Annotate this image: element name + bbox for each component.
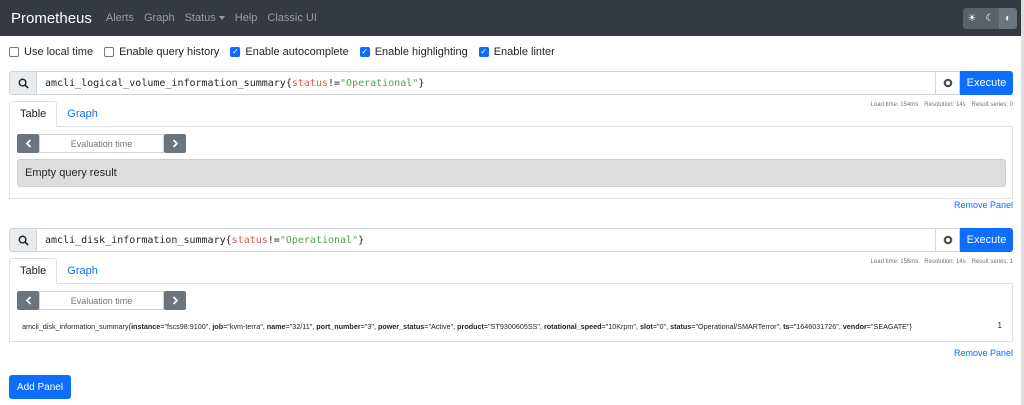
nav-status-label: Status bbox=[184, 12, 216, 24]
option-query-history[interactable]: Enable query history bbox=[104, 46, 219, 58]
result-label-key: instance bbox=[131, 322, 161, 331]
empty-result-alert: Empty query result bbox=[17, 159, 1006, 187]
brand-link[interactable]: Prometheus bbox=[11, 10, 92, 27]
evaluation-time-input[interactable]: Evaluation time bbox=[39, 134, 164, 153]
expression-row: amcli_logical_volume_information_summary… bbox=[9, 71, 1013, 95]
option-label: Enable linter bbox=[493, 46, 555, 58]
expr-label: status bbox=[231, 234, 268, 246]
checkbox[interactable] bbox=[9, 47, 19, 57]
result-label-value: "Active" bbox=[428, 322, 454, 331]
option-label: Enable highlighting bbox=[374, 46, 468, 58]
result-value: 1 bbox=[997, 321, 1002, 330]
remove-panel-link[interactable]: Remove Panel bbox=[954, 200, 1013, 210]
tab-graph[interactable]: Graph bbox=[57, 101, 108, 126]
result-label-value: "1646031726" bbox=[793, 322, 839, 331]
option-highlighting[interactable]: ✓ Enable highlighting bbox=[359, 46, 468, 58]
option-autocomplete[interactable]: ✓ Enable autocomplete bbox=[230, 46, 349, 58]
tab-content: Evaluation time amcli_disk_information_s… bbox=[9, 284, 1013, 342]
chevron-right-icon[interactable] bbox=[164, 134, 186, 153]
execute-button[interactable]: Execute bbox=[960, 71, 1013, 95]
option-linter[interactable]: ✓ Enable linter bbox=[478, 46, 555, 58]
checkbox-checked[interactable]: ✓ bbox=[230, 47, 241, 57]
panel-tabs: Table Graph bbox=[9, 101, 1013, 127]
options-bar: Use local time Enable query history ✓ Ena… bbox=[9, 46, 566, 58]
result-label-key: ts bbox=[783, 322, 790, 331]
add-panel-button[interactable]: Add Panel bbox=[9, 375, 71, 399]
expr-op: != bbox=[327, 77, 341, 89]
expr-metric: amcli_disk_information_summary bbox=[45, 234, 226, 246]
result-label-value: "3" bbox=[364, 322, 374, 331]
option-use-local-time[interactable]: Use local time bbox=[9, 46, 93, 58]
panel-tabs: Table Graph bbox=[9, 258, 1013, 284]
sun-icon[interactable]: ☀ bbox=[963, 8, 981, 29]
search-icon bbox=[9, 71, 36, 95]
result-labels: instance="fscs98:9100", job="kvm-terra",… bbox=[131, 322, 910, 331]
execute-button[interactable]: Execute bbox=[960, 228, 1013, 252]
search-icon bbox=[9, 228, 36, 252]
theme-toggle: ☀ ☾ ◐ bbox=[963, 8, 1017, 29]
expr-label: status bbox=[291, 77, 328, 89]
nav-graph[interactable]: Graph bbox=[144, 12, 175, 24]
result-label-value: "32/11" bbox=[289, 322, 313, 331]
chevron-left-icon[interactable] bbox=[17, 291, 39, 310]
result-metric-name: amcli_disk_information_summary bbox=[22, 322, 129, 331]
checkbox-checked[interactable]: ✓ bbox=[359, 47, 370, 57]
tab-table[interactable]: Table bbox=[9, 101, 58, 127]
nav-help[interactable]: Help bbox=[235, 12, 258, 24]
tab-content: Evaluation time Empty query result bbox=[9, 127, 1013, 199]
result-label-value: "kvm-terra" bbox=[227, 322, 263, 331]
checkbox[interactable] bbox=[104, 47, 115, 57]
result-label-key: port_number bbox=[316, 322, 361, 331]
result-label-key: name bbox=[266, 322, 286, 331]
result-label-value: "SEAGATE" bbox=[870, 322, 910, 331]
expression-input[interactable]: amcli_logical_volume_information_summary… bbox=[36, 71, 936, 95]
expr-value: "Operational" bbox=[279, 234, 359, 246]
expr-metric: amcli_logical_volume_information_summary bbox=[45, 77, 286, 89]
expr-value: "Operational" bbox=[340, 77, 419, 89]
result-label-key: product bbox=[457, 322, 484, 331]
result-label-key: job bbox=[212, 322, 224, 331]
caret-down-icon bbox=[218, 16, 225, 20]
chevron-left-icon[interactable] bbox=[17, 134, 39, 153]
result-label-key: slot bbox=[639, 322, 653, 331]
expr-op: != bbox=[267, 234, 280, 246]
result-label-value: "10Krpm" bbox=[605, 322, 636, 331]
metrics-explorer-icon[interactable] bbox=[936, 228, 960, 252]
evaluation-time-picker: Evaluation time bbox=[17, 291, 186, 310]
result-label-value: "ST9300605SS" bbox=[488, 322, 540, 331]
result-label-key: rotational_speed bbox=[543, 322, 602, 331]
checkbox-checked[interactable]: ✓ bbox=[478, 47, 489, 57]
navbar: Prometheus Alerts Graph Status Help Clas… bbox=[0, 0, 1021, 36]
option-label: Enable autocomplete bbox=[245, 46, 349, 58]
nav-alerts[interactable]: Alerts bbox=[106, 12, 134, 24]
tab-graph[interactable]: Graph bbox=[57, 258, 108, 283]
remove-panel-link[interactable]: Remove Panel bbox=[954, 348, 1013, 358]
expression-input[interactable]: amcli_disk_information_summary{status != "… bbox=[36, 228, 936, 252]
option-label: Use local time bbox=[24, 46, 94, 58]
result-label-value: "Operational/SMARTerror" bbox=[695, 322, 780, 331]
expression-row: amcli_disk_information_summary{status != "… bbox=[9, 228, 1013, 252]
evaluation-time-picker: Evaluation time bbox=[17, 134, 186, 153]
nav-classic-ui[interactable]: Classic UI bbox=[267, 12, 317, 24]
option-label: Enable query history bbox=[119, 46, 220, 58]
metrics-explorer-icon[interactable] bbox=[936, 71, 960, 95]
nav-status-dropdown[interactable]: Status bbox=[185, 12, 225, 24]
contrast-icon[interactable]: ◐ bbox=[999, 8, 1017, 29]
result-series-row: amcli_disk_information_summary{instance=… bbox=[22, 322, 912, 331]
result-label-value: "fscs98:9100" bbox=[164, 322, 209, 331]
tab-table[interactable]: Table bbox=[9, 258, 58, 284]
query-panel-2: amcli_disk_information_summary{status != "… bbox=[9, 228, 1013, 363]
chevron-right-icon[interactable] bbox=[164, 291, 186, 310]
result-label-key: vendor bbox=[842, 322, 867, 331]
moon-icon[interactable]: ☾ bbox=[981, 8, 999, 29]
result-label-value: "0" bbox=[656, 322, 667, 331]
result-label-key: power_status bbox=[377, 322, 425, 331]
evaluation-time-input[interactable]: Evaluation time bbox=[39, 291, 164, 310]
result-label-key: status bbox=[670, 322, 692, 331]
query-panel-1: amcli_logical_volume_information_summary… bbox=[9, 71, 1013, 216]
